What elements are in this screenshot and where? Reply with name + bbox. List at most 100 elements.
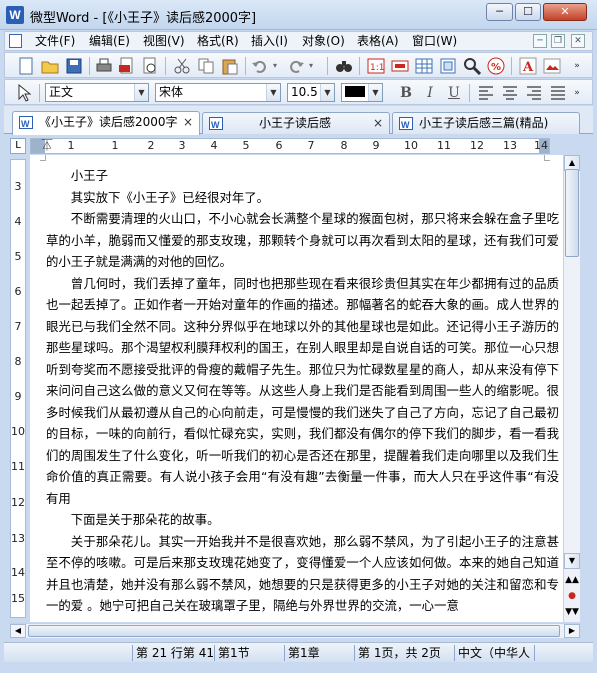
vertical-scrollbar[interactable]: ▲ ▼ ▲▲ ● ▼▼ (563, 155, 580, 622)
italic-button[interactable]: I (421, 84, 439, 102)
tab-close-icon[interactable]: × (373, 113, 383, 133)
minimize-button[interactable]: ─ (486, 3, 513, 21)
chevron-down-icon: ▼ (134, 84, 148, 101)
close-window-button[interactable]: ✕ (543, 3, 587, 21)
ruler-number: 5 (242, 139, 250, 152)
doc-close-button[interactable]: ✕ (571, 34, 585, 48)
scroll-down-arrow-icon[interactable]: ▼ (564, 553, 580, 569)
previous-page-icon[interactable]: ▲▲ (565, 573, 579, 587)
indent-marker-icon[interactable]: ⏄ (42, 139, 53, 153)
scroll-thumb[interactable] (565, 169, 579, 257)
paragraph: 不断需要清理的火山口，不小心就会长满整个星球的猴面包树，那只将来会躲在盒子里吃草… (46, 211, 559, 269)
insert-picture-icon[interactable] (543, 57, 561, 75)
select-cursor-icon[interactable] (15, 83, 33, 102)
undo-dropdown-icon[interactable]: ▾ (270, 57, 280, 75)
save-icon[interactable] (65, 57, 83, 75)
ruler-number: 9 (372, 139, 380, 152)
doc-restore-button[interactable]: ❐ (551, 34, 565, 48)
new-document-icon[interactable] (17, 57, 35, 75)
tab-close-icon[interactable]: × (183, 112, 193, 132)
menu-edit[interactable]: 编辑(E) (89, 33, 130, 49)
status-bar: 第 21 行第 41 第1节 第1章 第 1页，共 2页 中文（中华人 (4, 642, 593, 662)
horizontal-scroll-thumb[interactable] (28, 625, 560, 637)
font-select[interactable]: 宋体 ▼ (155, 83, 281, 102)
export-pdf-icon[interactable] (118, 57, 136, 75)
ruler-number: 9 (14, 390, 22, 403)
horizontal-ruler[interactable]: ⏄ 1 1 2 3 4 5 6 7 8 9 10 11 12 13 14 (30, 138, 550, 154)
status-cursor-position: 第 21 行第 41 (132, 645, 214, 661)
percent-icon[interactable]: % (487, 57, 505, 75)
font-color-a-icon[interactable]: A (519, 57, 537, 75)
vertical-ruler[interactable]: 3 4 5 6 7 8 9 10 11 12 13 14 15 (10, 159, 26, 618)
toolbar-overflow-icon[interactable]: » (571, 57, 583, 75)
font-size-select[interactable]: 10.5 ▼ (287, 83, 335, 102)
cut-icon[interactable] (173, 57, 191, 75)
style-select[interactable]: 正文 ▼ (45, 83, 149, 102)
copy-icon[interactable] (197, 57, 215, 75)
menu-file[interactable]: 文件(F) (35, 33, 75, 49)
word-document-icon (399, 115, 413, 134)
ruler-number: 12 (470, 139, 484, 152)
ruler-number: 8 (14, 355, 22, 368)
ruler-number: 6 (275, 139, 283, 152)
doc-minimize-button[interactable]: ─ (533, 34, 547, 48)
paragraph: 关于那朵花儿。其实一开始我并不是很喜欢她，那么弱不禁风，为了引起小王子的注意甚至… (46, 533, 559, 614)
menu-table[interactable]: 表格(A) (357, 33, 399, 49)
horizontal-scrollbar[interactable]: ◀ ▶ (10, 623, 580, 638)
chevron-down-icon: ▼ (320, 84, 334, 101)
menu-view[interactable]: 视图(V) (143, 33, 185, 49)
tab-document-2[interactable]: 小王子读后感 × (202, 112, 390, 134)
redo-dropdown-icon[interactable]: ▾ (306, 57, 316, 75)
next-page-icon[interactable]: ▼▼ (565, 605, 579, 619)
insert-frame-icon[interactable] (439, 57, 457, 75)
zoom-magnifier-icon[interactable] (463, 57, 482, 76)
open-folder-icon[interactable] (41, 57, 59, 75)
style-select-value: 正文 (49, 85, 74, 99)
document-body[interactable]: 小王子 其实放下《小王子》已经很对年了。 不断需要清理的火山口，不小心就会长满整… (46, 165, 559, 617)
scroll-right-arrow-icon[interactable]: ▶ (564, 624, 580, 638)
paste-icon[interactable] (221, 57, 239, 75)
menu-window[interactable]: 窗口(W) (412, 33, 457, 49)
color-swatch (345, 86, 365, 97)
toolbar-overflow-icon[interactable]: » (571, 84, 583, 102)
insert-page-number-icon[interactable]: 1:1 (367, 57, 385, 75)
text-color-select[interactable]: ▼ (341, 83, 383, 102)
insert-textbox-icon[interactable] (391, 57, 409, 75)
menu-bar: 文件(F) 编辑(E) 视图(V) 格式(R) 插入(I) 对象(O) 表格(A… (4, 31, 593, 51)
undo-icon[interactable] (251, 57, 269, 75)
insert-table-icon[interactable] (415, 57, 433, 75)
browse-object-icon[interactable]: ● (565, 589, 579, 603)
tab-document-1[interactable]: 《小王子》读后感2000字 × (12, 111, 200, 135)
print-preview-icon[interactable] (141, 57, 159, 75)
redo-icon[interactable] (287, 57, 305, 75)
svg-text:1:1: 1:1 (370, 63, 384, 73)
align-right-icon[interactable] (525, 84, 543, 102)
document-heading: 小王子 (70, 168, 108, 183)
app-logo-icon: W (6, 6, 24, 24)
tab-stop-selector[interactable]: L (10, 138, 26, 154)
ruler-number: 14 (534, 139, 548, 152)
document-canvas[interactable]: 小王子 其实放下《小王子》已经很对年了。 不断需要清理的火山口，不小心就会长满整… (30, 155, 563, 622)
status-chapter: 第1章 (284, 645, 354, 661)
document-icon[interactable] (9, 34, 22, 48)
underline-button[interactable]: U (445, 84, 463, 102)
tab-document-3[interactable]: 小王子读后感三篇(精品) (392, 112, 580, 134)
align-justify-icon[interactable] (549, 84, 567, 102)
menu-object[interactable]: 对象(O) (302, 33, 345, 49)
ruler-number: 4 (14, 215, 22, 228)
print-icon[interactable] (95, 57, 113, 75)
ruler-number: 7 (307, 139, 315, 152)
bold-button[interactable]: B (397, 84, 415, 102)
maximize-button[interactable]: ☐ (515, 3, 541, 21)
ruler-number: 13 (503, 139, 517, 152)
ruler-number: 14 (11, 566, 25, 579)
align-center-icon[interactable] (501, 84, 519, 102)
menu-insert[interactable]: 插入(I) (251, 33, 288, 49)
margin-corner-mark (40, 155, 46, 161)
find-binoculars-icon[interactable] (335, 57, 353, 75)
ruler-number: 11 (437, 139, 451, 152)
menu-format[interactable]: 格式(R) (197, 33, 239, 49)
align-left-icon[interactable] (477, 84, 495, 102)
scroll-left-arrow-icon[interactable]: ◀ (10, 624, 26, 638)
ruler-number: 10 (11, 425, 25, 438)
